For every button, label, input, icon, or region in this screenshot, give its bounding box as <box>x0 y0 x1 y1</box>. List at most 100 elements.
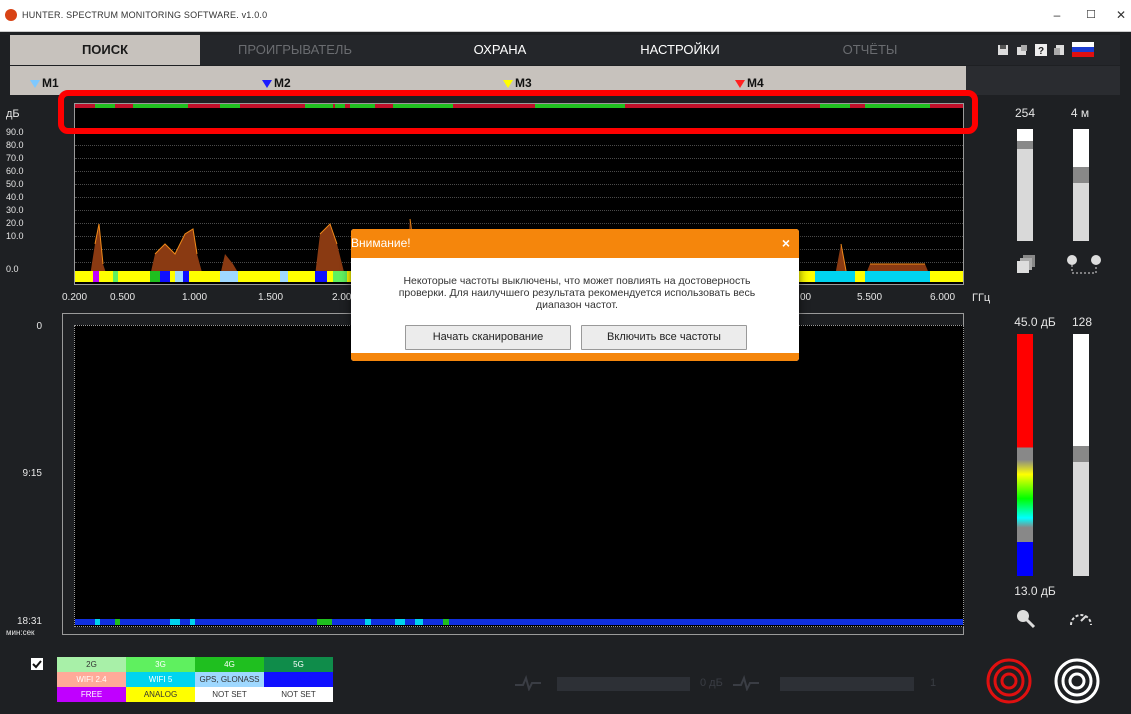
color-scale-slider[interactable] <box>1017 334 1033 576</box>
svg-text:?: ? <box>1038 46 1044 56</box>
legend-4g[interactable]: 4G <box>195 657 264 672</box>
maximize-button[interactable]: ☐ <box>1082 8 1100 21</box>
tab-search[interactable]: ПОИСК <box>10 35 200 65</box>
minimize-button[interactable]: – <box>1048 8 1066 22</box>
marker-m4[interactable]: M4 <box>735 76 764 90</box>
route-distance-icon[interactable] <box>1064 253 1104 277</box>
documents-icon[interactable] <box>1054 44 1066 56</box>
x-tick: 5.500 <box>857 292 883 303</box>
marker-m2[interactable]: M2 <box>262 76 291 90</box>
y-tick: 90.0 <box>6 127 24 137</box>
marker-m2-icon <box>262 79 272 88</box>
right-panel-header <box>966 66 1120 95</box>
signal-wave-icon <box>515 675 541 691</box>
x-tick: 1.000 <box>182 292 208 303</box>
spectrum-y-unit: дБ <box>6 108 20 120</box>
marker-m1[interactable]: M1 <box>30 76 59 90</box>
app-logo-icon <box>5 9 17 21</box>
db-low-label: 13.0 дБ <box>1014 584 1056 598</box>
marker-m1-icon <box>30 79 40 88</box>
wf-y-tick: 9:15 <box>22 468 42 479</box>
band-legend: 2G 3G 4G 5G WIFI 2.4 WIFI 5 GPS, GLONASS… <box>57 657 333 702</box>
contrast-slider[interactable] <box>1073 334 1089 576</box>
start-scan-button[interactable]: Начать сканирование <box>405 325 571 350</box>
dialog-message-line: диапазон частот. <box>536 299 618 311</box>
db-readout: 0 дБ <box>700 677 723 689</box>
gain-slider-handle[interactable] <box>1017 141 1033 149</box>
dialog-message-line: Некоторые частоты выключены, что может п… <box>403 275 751 287</box>
tab-settings[interactable]: НАСТРОЙКИ <box>590 35 770 65</box>
y-tick: 30.0 <box>6 205 24 215</box>
distance-slider-handle[interactable] <box>1073 167 1089 183</box>
save-icon[interactable] <box>997 44 1009 56</box>
y-tick: 10.0 <box>6 231 24 241</box>
legend-not-set-2[interactable]: NOT SET <box>264 687 333 702</box>
y-tick: 80.0 <box>6 140 24 150</box>
dialog-close-button[interactable]: × <box>782 229 790 258</box>
legend-5g[interactable]: 5G <box>264 657 333 672</box>
tab-player[interactable]: ПРОИГРЫВАТЕЛЬ <box>200 35 390 65</box>
waterfall-plot[interactable] <box>74 325 964 627</box>
db-high-label: 45.0 дБ <box>1014 315 1056 329</box>
legend-2g[interactable]: 2G <box>57 657 126 672</box>
marker-m3-label: M3 <box>515 76 532 90</box>
highlight-box <box>58 90 978 134</box>
distance-slider[interactable] <box>1073 129 1089 241</box>
legend-wifi5[interactable]: WIFI 5 <box>126 672 195 687</box>
y-tick: 20.0 <box>6 218 24 228</box>
tab-guard[interactable]: ОХРАНА <box>410 35 590 65</box>
layers-icon[interactable] <box>1015 253 1037 275</box>
help-icon[interactable]: ? <box>1035 44 1047 56</box>
marker-m1-label: M1 <box>42 76 59 90</box>
window-title: HUNTER. SPECTRUM MONITORING SOFTWARE. v1… <box>22 10 268 20</box>
language-flag-icon[interactable] <box>1072 42 1094 57</box>
close-window-button[interactable]: ✕ <box>1112 8 1130 22</box>
legend-analog[interactable]: ANALOG <box>126 687 195 702</box>
open-file-icon[interactable] <box>1016 44 1028 56</box>
count-readout: 1 <box>930 677 937 689</box>
tab-reports[interactable]: ОТЧЁТЫ <box>790 35 950 65</box>
legend-gps[interactable]: GPS, GLONASS <box>195 672 264 687</box>
contrast-slider-top <box>1073 334 1089 446</box>
warning-dialog: Внимание! × Некоторые частоты выключены,… <box>351 229 799 361</box>
wf-y-unit: мин:сек <box>6 628 35 637</box>
x-unit: ГГц <box>972 292 991 304</box>
record-target-icon[interactable] <box>985 657 1033 705</box>
dialog-title: Внимание! <box>351 236 411 250</box>
contrast-value: 128 <box>1071 315 1093 329</box>
legend-bluetooth[interactable]: BLUETOOTH <box>264 672 333 687</box>
dialog-footer <box>351 353 799 361</box>
y-tick: 60.0 <box>6 166 24 176</box>
x-tick: 00 <box>800 292 812 303</box>
enable-all-frequencies-button[interactable]: Включить все частоты <box>581 325 747 350</box>
legend-not-set-1[interactable]: NOT SET <box>195 687 264 702</box>
speed-gauge-icon[interactable] <box>1068 607 1094 629</box>
main-menu: ПОИСК ПРОИГРЫВАТЕЛЬ ОХРАНА НАСТРОЙКИ ОТЧ… <box>10 35 1120 65</box>
gain-value: 254 <box>1014 106 1036 120</box>
legend-wifi24[interactable]: WIFI 2.4 <box>57 672 126 687</box>
legend-3g[interactable]: 3G <box>126 657 195 672</box>
window-titlebar: HUNTER. SPECTRUM MONITORING SOFTWARE. v1… <box>0 0 1131 32</box>
marker-m2-label: M2 <box>274 76 291 90</box>
count-slider[interactable] <box>780 677 914 691</box>
x-tick: 0.500 <box>110 292 136 303</box>
signal-wave-icon-2 <box>733 675 759 691</box>
x-tick: 1.500 <box>258 292 284 303</box>
legend-free[interactable]: FREE <box>57 687 126 702</box>
search-zoom-icon[interactable] <box>1014 607 1036 629</box>
wf-y-tick: 18:31 <box>16 616 42 627</box>
scan-target-icon[interactable] <box>1053 657 1101 705</box>
y-tick: 50.0 <box>6 179 24 189</box>
y-tick: 70.0 <box>6 153 24 163</box>
distance-value: 4 м <box>1070 106 1090 120</box>
contrast-slider-handle[interactable] <box>1073 446 1089 462</box>
threshold-slider[interactable] <box>557 677 690 691</box>
marker-m3[interactable]: M3 <box>503 76 532 90</box>
wf-y-tick: 0 <box>36 321 42 332</box>
x-tick: 0.200 <box>62 292 88 303</box>
x-tick: 2.00 <box>332 292 352 303</box>
gain-slider[interactable] <box>1017 129 1033 241</box>
gain-slider-top <box>1017 129 1033 141</box>
y-tick: 0.0 <box>6 264 19 274</box>
legend-checkbox[interactable] <box>31 658 43 670</box>
